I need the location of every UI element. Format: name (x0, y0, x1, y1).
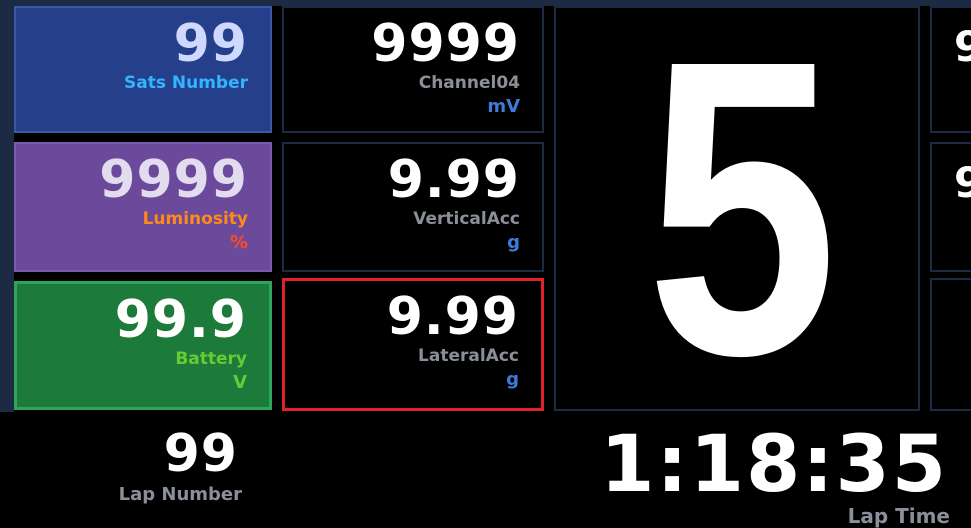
channel04-label: Channel04 (418, 73, 520, 93)
sats-number-tile: 99 Sats Number (14, 6, 272, 133)
battery-label: Battery (175, 349, 247, 369)
right-tile-2-value: 9 (954, 158, 971, 207)
channel04-tile: 9999 Channel04 mV (282, 6, 544, 133)
sats-number-value: 99 (173, 14, 248, 74)
lateral-acc-label: LateralAcc (418, 346, 519, 366)
right-tile-2: 9 (930, 142, 971, 272)
dashboard-screen: 99 Sats Number 9999 Luminosity % 99.9 Ba… (0, 0, 971, 526)
lateral-acc-value: 9.99 (386, 287, 519, 347)
right-tile-1: 9 (930, 6, 971, 133)
vertical-acc-label: VerticalAcc (413, 209, 520, 229)
gear-value: 5 (646, 0, 838, 443)
lap-number-value: 99 (163, 424, 238, 484)
luminosity-tile: 9999 Luminosity % (14, 142, 272, 272)
vertical-acc-unit: g (507, 232, 520, 253)
gear-indicator-tile: 5 (554, 0, 920, 443)
lap-time-value: 1:18:35 (600, 420, 948, 510)
right-tile-3 (930, 278, 971, 411)
lap-number-tile: 99 Lap Number (14, 420, 272, 520)
battery-value: 99.9 (114, 290, 247, 350)
luminosity-label: Luminosity (142, 209, 248, 229)
luminosity-unit: % (229, 232, 248, 253)
sats-number-label: Sats Number (123, 73, 248, 93)
battery-tile: 99.9 Battery V (14, 281, 272, 410)
lateral-acc-unit: g (506, 369, 519, 390)
lap-time-label: Lap Time (847, 504, 950, 528)
lap-number-label: Lap Number (118, 484, 242, 505)
vertical-acc-tile: 9.99 VerticalAcc g (282, 142, 544, 272)
channel04-unit: mV (487, 96, 520, 117)
battery-unit: V (233, 372, 247, 393)
luminosity-value: 9999 (99, 150, 248, 210)
right-tile-1-value: 9 (954, 22, 971, 71)
channel04-value: 9999 (371, 14, 520, 74)
vertical-acc-value: 9.99 (387, 150, 520, 210)
lateral-acc-tile[interactable]: 9.99 LateralAcc g (282, 278, 544, 411)
